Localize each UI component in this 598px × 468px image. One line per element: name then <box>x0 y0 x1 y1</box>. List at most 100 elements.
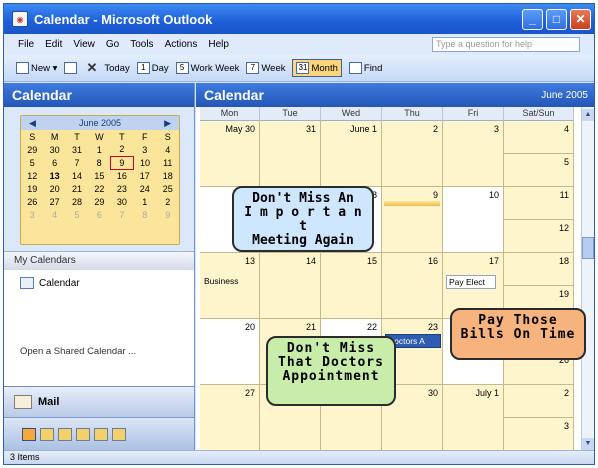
day-cell[interactable]: 9 <box>382 187 443 253</box>
mini-day[interactable]: 14 <box>66 169 88 182</box>
mini-day[interactable]: 25 <box>157 182 179 195</box>
mini-day-next-month[interactable]: 5 <box>66 208 88 221</box>
find-button[interactable]: Find <box>348 62 382 74</box>
today-button[interactable]: Today <box>104 63 129 74</box>
mini-day[interactable]: 30 <box>43 143 65 156</box>
mini-day[interactable]: 20 <box>43 182 65 195</box>
weekend-day-cell[interactable]: 18 <box>504 253 574 286</box>
mini-day[interactable]: 10 <box>133 156 157 169</box>
day-cell[interactable]: June 1 <box>321 121 382 187</box>
menu-help[interactable]: Help <box>208 39 229 50</box>
mini-day[interactable]: 2 <box>111 143 133 156</box>
day-cell[interactable]: 20 <box>200 319 260 385</box>
menu-actions[interactable]: Actions <box>165 39 198 50</box>
notes-shortcut-icon[interactable] <box>76 428 90 441</box>
day-cell[interactable]: July 1 <box>443 385 504 451</box>
scroll-thumb[interactable] <box>582 237 594 259</box>
tasks-shortcut-icon[interactable] <box>58 428 72 441</box>
weekend-day-cell[interactable]: 3 <box>504 418 574 451</box>
mini-day[interactable]: 21 <box>66 182 88 195</box>
event-pay-elect[interactable]: Pay Elect <box>446 275 496 289</box>
nav-pane-splitter[interactable] <box>4 368 194 386</box>
mini-day[interactable]: 27 <box>43 195 65 208</box>
contacts-shortcut-icon[interactable] <box>40 428 54 441</box>
calendar-shortcut-icon[interactable] <box>22 428 36 441</box>
calendar-list-item[interactable]: Calendar <box>4 270 194 296</box>
mini-day[interactable]: 12 <box>21 169 43 182</box>
mini-day[interactable]: 15 <box>88 169 110 182</box>
day-cell[interactable]: 16 <box>382 253 443 319</box>
day-view-button[interactable]: 1 Day <box>136 62 169 74</box>
mini-day[interactable]: 30 <box>111 195 133 208</box>
open-shared-calendar-link[interactable]: Open a Shared Calendar ... <box>4 346 194 368</box>
folder-list-shortcut-icon[interactable] <box>94 428 108 441</box>
weekend-day-cell[interactable]: 4 <box>504 121 574 154</box>
mini-day[interactable]: 8 <box>88 156 110 169</box>
calendar-scrollbar[interactable]: ▲ ▼ <box>581 107 594 452</box>
minimize-button[interactable]: _ <box>522 8 543 30</box>
day-cell[interactable]: 14 <box>260 253 321 319</box>
next-month-icon[interactable]: ▶ <box>164 118 171 129</box>
mini-day-next-month[interactable]: 3 <box>21 208 43 221</box>
help-search-input[interactable]: Type a question for help <box>432 37 580 52</box>
print-button[interactable] <box>64 62 79 74</box>
new-button[interactable]: New ▾ <box>16 62 57 74</box>
day-cell[interactable]: 31 <box>260 121 321 187</box>
day-cell[interactable]: 10 <box>443 187 504 253</box>
my-calendars-header[interactable]: My Calendars <box>4 251 194 270</box>
mini-day[interactable]: 1 <box>88 143 110 156</box>
event-business[interactable]: Business <box>202 275 258 287</box>
mini-day[interactable]: 11 <box>157 156 179 169</box>
day-cell[interactable]: 15 <box>321 253 382 319</box>
day-cell[interactable]: 27 <box>200 385 260 451</box>
mini-day[interactable]: 4 <box>157 143 179 156</box>
mini-day[interactable]: 19 <box>21 182 43 195</box>
mini-day[interactable]: 31 <box>66 143 88 156</box>
mini-day-next-month[interactable]: 4 <box>43 208 65 221</box>
menu-file[interactable]: File <box>18 39 34 50</box>
weekend-day-cell[interactable]: 5 <box>504 154 574 187</box>
scroll-down-icon[interactable]: ▼ <box>582 438 594 450</box>
mini-day[interactable]: 18 <box>157 169 179 182</box>
event-meeting-bar[interactable] <box>384 201 440 206</box>
month-view-button[interactable]: 31 Month <box>292 59 342 77</box>
maximize-button[interactable]: □ <box>546 8 567 30</box>
day-cell[interactable]: 3 <box>443 121 504 187</box>
menu-view[interactable]: View <box>73 39 95 50</box>
mini-day[interactable]: 6 <box>43 156 65 169</box>
mini-day[interactable]: 3 <box>133 143 157 156</box>
menu-tools[interactable]: Tools <box>130 39 153 50</box>
mini-day-next-month[interactable]: 6 <box>88 208 110 221</box>
mini-day-today[interactable]: 9 <box>110 155 134 170</box>
weekend-day-cell[interactable]: 2 <box>504 385 574 418</box>
menu-go[interactable]: Go <box>106 39 119 50</box>
delete-icon[interactable]: ✕ <box>86 60 97 76</box>
weekend-day-cell[interactable]: 12 <box>504 220 574 253</box>
prev-month-icon[interactable]: ◀ <box>29 118 36 129</box>
mini-day[interactable]: 5 <box>21 156 43 169</box>
mini-day-next-month[interactable]: 8 <box>133 208 157 221</box>
mail-nav-button[interactable]: Mail <box>4 386 194 417</box>
mini-day-next-month[interactable]: 7 <box>111 208 133 221</box>
menu-edit[interactable]: Edit <box>45 39 62 50</box>
mini-day[interactable]: 22 <box>88 182 110 195</box>
week-view-button[interactable]: 7 Week <box>246 62 285 74</box>
scroll-up-icon[interactable]: ▲ <box>582 109 594 121</box>
shortcuts-icon[interactable] <box>112 428 126 441</box>
mini-day[interactable]: 7 <box>66 156 88 169</box>
mini-day[interactable]: 17 <box>133 169 157 182</box>
mini-day[interactable]: 29 <box>88 195 110 208</box>
mini-day[interactable]: 1 <box>133 195 157 208</box>
work-week-view-button[interactable]: 5 Work Week <box>175 62 239 74</box>
mini-day[interactable]: 23 <box>111 182 133 195</box>
weekend-day-cell[interactable]: 11 <box>504 187 574 220</box>
close-button[interactable]: ✕ <box>570 8 591 30</box>
mini-day[interactable]: 29 <box>21 143 43 156</box>
mini-day-next-month[interactable]: 9 <box>157 208 179 221</box>
mini-day[interactable]: 28 <box>66 195 88 208</box>
mini-day[interactable]: 13 <box>43 169 65 182</box>
mini-day[interactable]: 2 <box>157 195 179 208</box>
mini-day[interactable]: 24 <box>133 182 157 195</box>
day-cell[interactable]: May 30 <box>200 121 260 187</box>
day-cell[interactable]: 2 <box>382 121 443 187</box>
